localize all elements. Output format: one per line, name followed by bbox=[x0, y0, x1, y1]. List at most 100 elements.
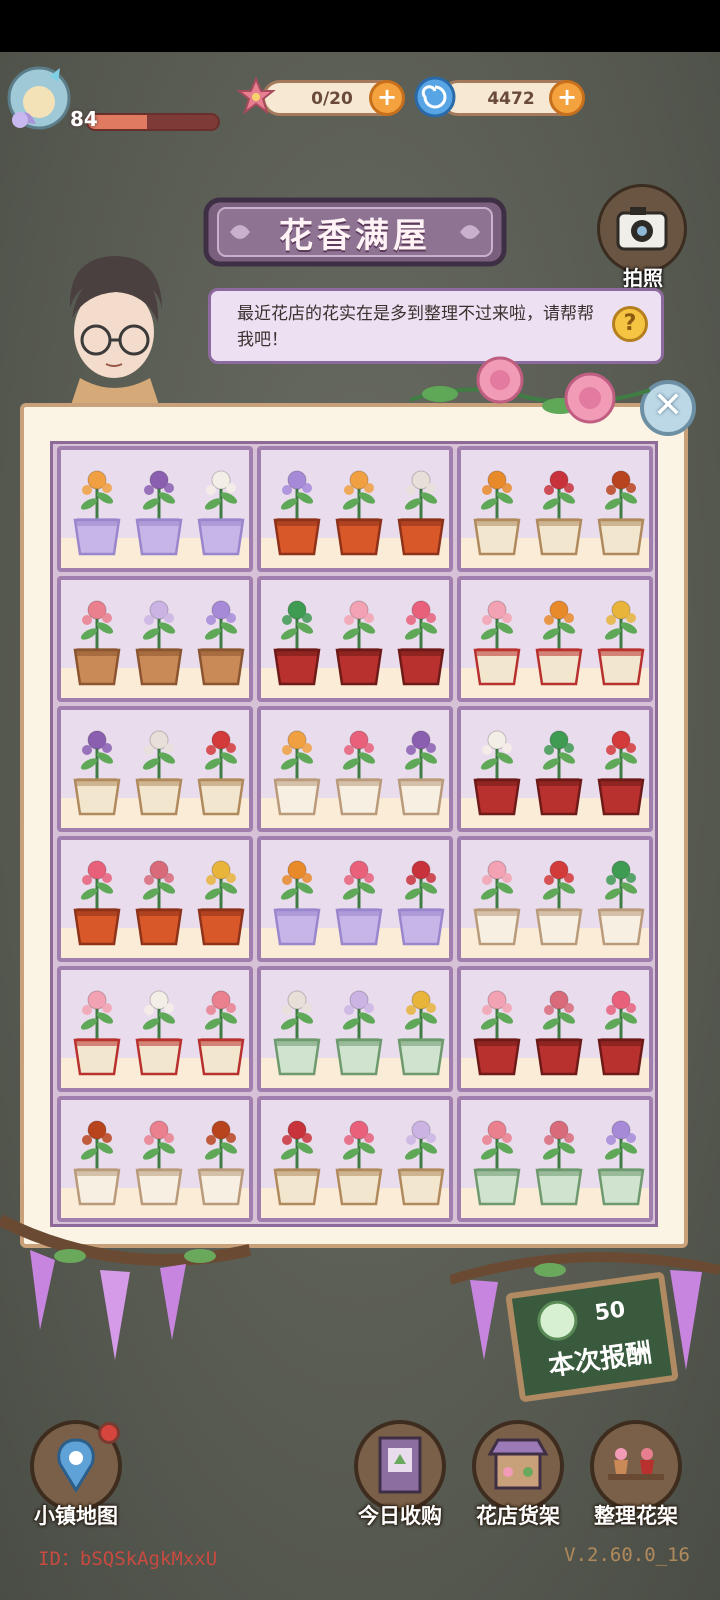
flower-pot-autumn[interactable] bbox=[593, 464, 649, 556]
flower-pot-green-clover[interactable] bbox=[593, 854, 649, 946]
flower-pot-lily[interactable] bbox=[131, 724, 187, 816]
arrange-shelf-button[interactable]: 整理花架 bbox=[586, 1420, 686, 1528]
flower-pot-white-spike[interactable] bbox=[469, 724, 525, 816]
flower-pot-orange-spike[interactable] bbox=[331, 464, 387, 556]
flower-pot-pink-rose[interactable] bbox=[331, 854, 387, 946]
flower-shelf[interactable] bbox=[257, 446, 453, 572]
swirl-currency-icon bbox=[414, 76, 456, 118]
shop-shelf-circle bbox=[472, 1420, 564, 1512]
camera-icon bbox=[616, 207, 668, 251]
flower-pot-pink-bloom[interactable] bbox=[469, 854, 525, 946]
flower-shelf[interactable] bbox=[457, 706, 653, 832]
flower-pot-pink-rose[interactable] bbox=[69, 854, 125, 946]
flower-pot-orange-spike[interactable] bbox=[69, 464, 125, 556]
flower-pot-red-daisy[interactable] bbox=[593, 724, 649, 816]
flower-pot-star-lily[interactable] bbox=[531, 984, 587, 1076]
flower-pot-yellow-bush[interactable] bbox=[593, 594, 649, 686]
flower-pot-orchid[interactable] bbox=[331, 984, 387, 1076]
coin-counter: 4472 + bbox=[440, 80, 585, 116]
flower-shelf[interactable] bbox=[457, 576, 653, 702]
flower-pot-pink-bloom[interactable] bbox=[469, 594, 525, 686]
flower-pot-pink-rose[interactable] bbox=[331, 724, 387, 816]
flower-pot-pink-bloom[interactable] bbox=[469, 984, 525, 1076]
help-button[interactable]: ? bbox=[612, 306, 648, 342]
daily-purchase-label: 今日收购 bbox=[358, 1504, 442, 1528]
dialog-text: 最近花店的花实在是多到整理不过来啦，请帮帮我吧！ bbox=[237, 304, 594, 350]
wisteria-left-decoration bbox=[0, 1214, 252, 1360]
flower-shelf[interactable] bbox=[457, 1096, 653, 1222]
flower-pots-icon bbox=[608, 1448, 664, 1480]
town-map-label: 小镇地图 bbox=[34, 1504, 118, 1528]
shopkeeper-character bbox=[69, 256, 162, 408]
town-map-button[interactable]: 小镇地图 bbox=[26, 1420, 126, 1528]
flower-pot-purple-tulip[interactable] bbox=[131, 464, 187, 556]
flower-pot-star-lily[interactable] bbox=[131, 854, 187, 946]
flower-shelf[interactable] bbox=[457, 446, 653, 572]
flower-pot-white-spike[interactable] bbox=[131, 984, 187, 1076]
flower-shelf[interactable] bbox=[257, 836, 453, 962]
flower-shelf[interactable] bbox=[457, 966, 653, 1092]
flower-pot-orchid[interactable] bbox=[393, 1114, 449, 1206]
flower-pot-lily[interactable] bbox=[269, 984, 325, 1076]
flower-shelf[interactable] bbox=[57, 836, 253, 962]
flower-pot-pink-bloom[interactable] bbox=[331, 594, 387, 686]
flower-pot-orange-spike[interactable] bbox=[269, 724, 325, 816]
rose-decoration bbox=[410, 356, 650, 424]
daily-purchase-button[interactable]: 今日收购 bbox=[350, 1420, 450, 1528]
flower-pot-yellow-bush[interactable] bbox=[393, 984, 449, 1076]
flower-pot-green-clover[interactable] bbox=[269, 594, 325, 686]
shop-shelf-button[interactable]: 花店货架 bbox=[468, 1420, 568, 1528]
flower-pot-pink-rose[interactable] bbox=[393, 594, 449, 686]
flower-shelf[interactable] bbox=[57, 446, 253, 572]
level-number: 84 bbox=[70, 107, 98, 131]
flower-pot-red-daisy[interactable] bbox=[193, 724, 249, 816]
flower-pot-pink-lily[interactable] bbox=[193, 984, 249, 1076]
player-id: ID：bSQSkAgkMxxU bbox=[38, 1548, 218, 1570]
flower-pot-orchid[interactable] bbox=[131, 594, 187, 686]
flower-pot-marigold[interactable] bbox=[269, 854, 325, 946]
flower-pot-purple-bell[interactable] bbox=[269, 464, 325, 556]
flower-pot-marigold[interactable] bbox=[469, 464, 525, 556]
purchase-board-icon bbox=[378, 1436, 422, 1494]
flower-pot-red-rose[interactable] bbox=[531, 464, 587, 556]
flower-shelf[interactable] bbox=[257, 1096, 453, 1222]
flower-shelf[interactable] bbox=[57, 706, 253, 832]
flower-pot-star-lily[interactable] bbox=[531, 1114, 587, 1206]
flower-pot-pink-rose[interactable] bbox=[331, 1114, 387, 1206]
shelf-grid bbox=[50, 441, 658, 1227]
flower-pot-red-rose[interactable] bbox=[393, 854, 449, 946]
arrange-shelf-label: 整理花架 bbox=[594, 1504, 678, 1528]
flower-pot-green-clover[interactable] bbox=[531, 724, 587, 816]
add-flowers-button[interactable]: + bbox=[369, 80, 405, 116]
flower-shelf[interactable] bbox=[457, 836, 653, 962]
level-progress-bar bbox=[86, 113, 220, 131]
add-coins-button[interactable]: + bbox=[549, 80, 585, 116]
flower-pot-marigold[interactable] bbox=[531, 594, 587, 686]
flower-pot-red-rose[interactable] bbox=[269, 1114, 325, 1206]
flower-pot-red-daisy[interactable] bbox=[531, 854, 587, 946]
flower-shelf[interactable] bbox=[57, 576, 253, 702]
flower-shelf[interactable] bbox=[57, 966, 253, 1092]
camera-label: 拍照 bbox=[623, 266, 663, 290]
flower-counter: 0/20 + bbox=[262, 80, 405, 116]
camera-button[interactable] bbox=[597, 184, 687, 274]
shop-stall-icon bbox=[487, 1438, 549, 1490]
flower-shelf[interactable] bbox=[257, 966, 453, 1092]
flower-pot-pink-lily[interactable] bbox=[469, 1114, 525, 1206]
flower-pot-pink-lily[interactable] bbox=[69, 594, 125, 686]
flower-pot-purple-bell[interactable] bbox=[193, 594, 249, 686]
player-avatar[interactable] bbox=[6, 62, 72, 134]
wisteria-right-decoration bbox=[450, 1252, 720, 1370]
notification-dot bbox=[98, 1422, 120, 1444]
flower-shelf[interactable] bbox=[257, 576, 453, 702]
flower-pot-lily[interactable] bbox=[393, 464, 449, 556]
flower-pot-pink-rose[interactable] bbox=[593, 984, 649, 1076]
daily-purchase-circle bbox=[354, 1420, 446, 1512]
flower-pot-yellow-bush[interactable] bbox=[193, 854, 249, 946]
flower-pot-purple-tulip[interactable] bbox=[69, 724, 125, 816]
flower-pot-purple-bell[interactable] bbox=[593, 1114, 649, 1206]
flower-shelf[interactable] bbox=[257, 706, 453, 832]
flower-pot-white-spike[interactable] bbox=[193, 464, 249, 556]
flower-pot-pink-bloom[interactable] bbox=[69, 984, 125, 1076]
flower-pot-purple-tulip[interactable] bbox=[393, 724, 449, 816]
